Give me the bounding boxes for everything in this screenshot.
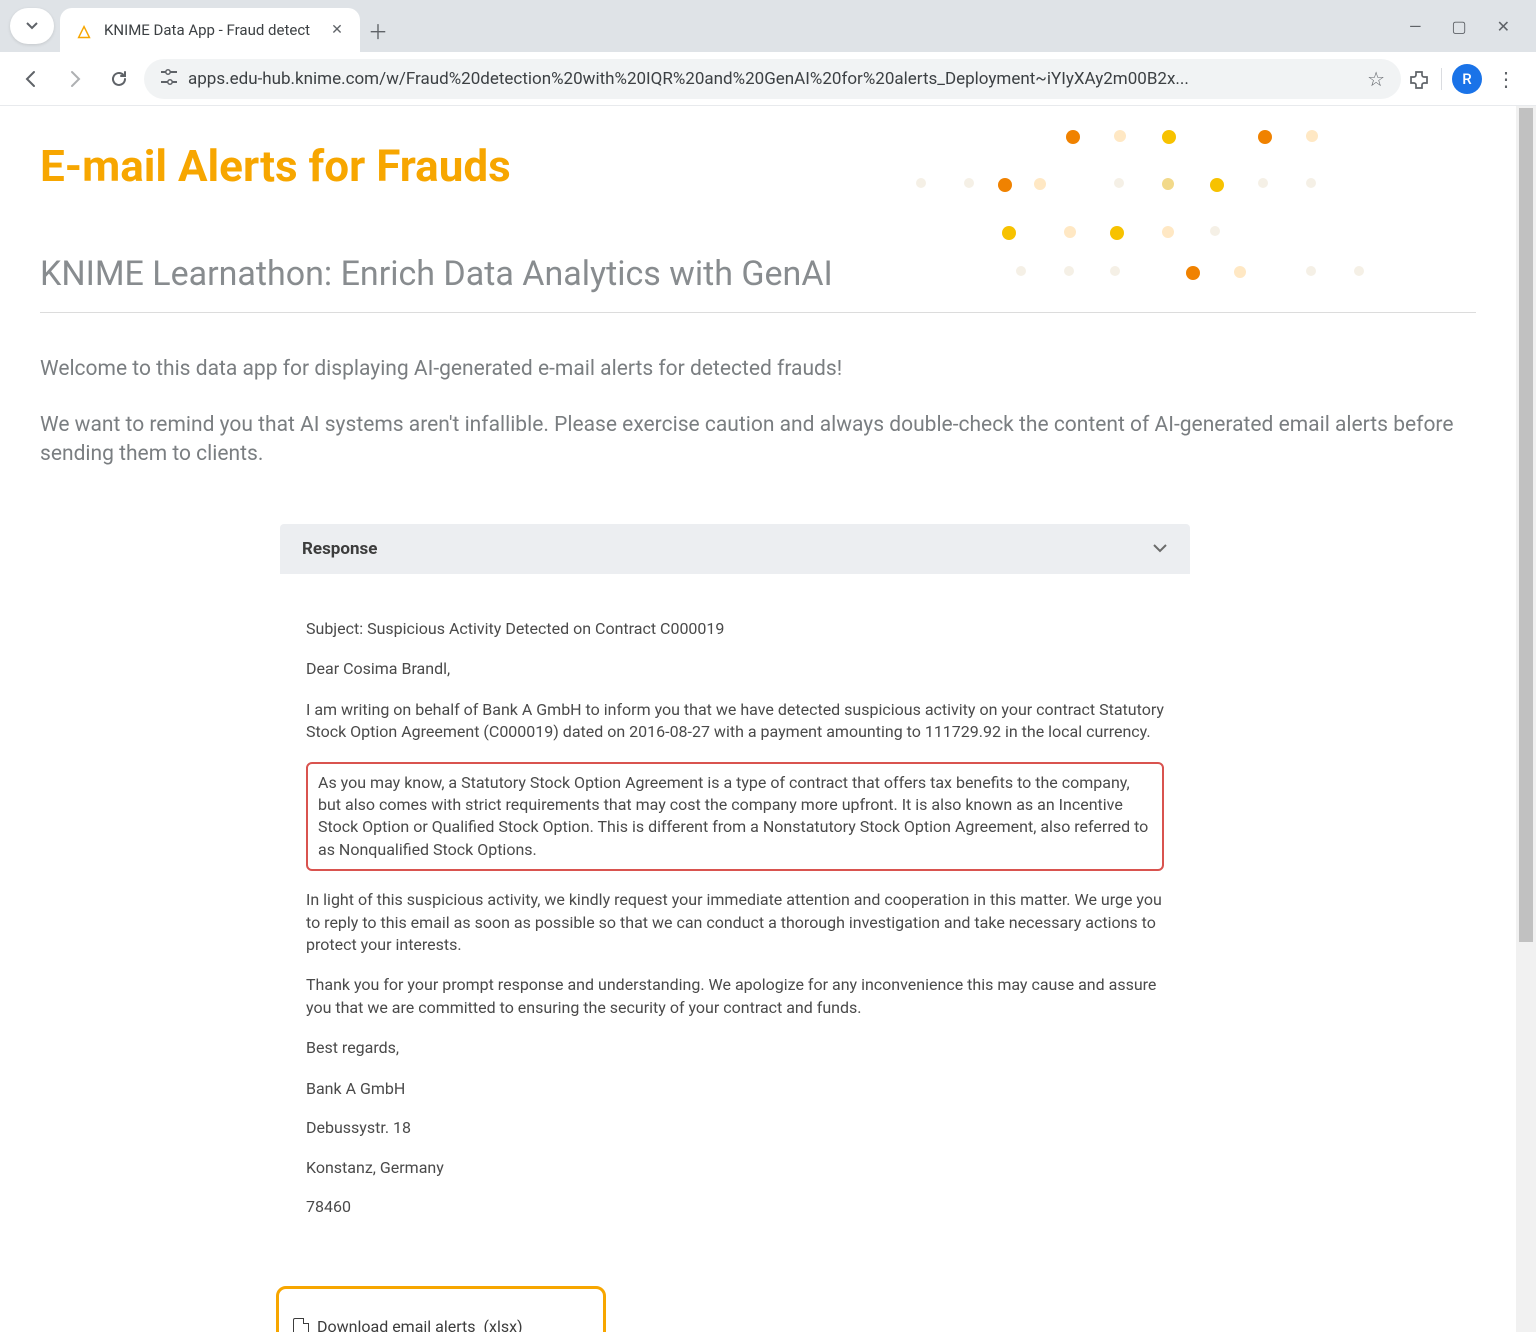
site-settings-icon[interactable] xyxy=(160,69,178,89)
tab-search-dropdown[interactable] xyxy=(10,8,54,44)
arrow-left-icon xyxy=(21,69,41,89)
favicon-icon: △ xyxy=(74,20,94,40)
chevron-down-icon xyxy=(26,22,38,30)
new-tab-button[interactable]: ＋ xyxy=(360,12,396,48)
browser-toolbar: apps.edu-hub.knime.com/w/Fraud%20detecti… xyxy=(0,52,1536,106)
highlighted-paragraph: As you may know, a Statutory Stock Optio… xyxy=(306,762,1164,872)
intro-paragraph-2: We want to remind you that AI systems ar… xyxy=(40,411,1476,468)
email-closing: Best regards, xyxy=(306,1037,1164,1059)
forward-button[interactable] xyxy=(56,60,94,98)
arrow-right-icon xyxy=(65,69,85,89)
bookmark-star-icon[interactable]: ☆ xyxy=(1367,67,1385,91)
signature-city: Konstanz, Germany xyxy=(306,1157,1164,1179)
email-paragraph-1: I am writing on behalf of Bank A GmbH to… xyxy=(306,699,1164,744)
maximize-window-icon[interactable]: ▢ xyxy=(1451,17,1466,36)
download-extension: (xlsx) xyxy=(484,1317,523,1332)
response-header-label: Response xyxy=(302,539,377,559)
chevron-down-icon xyxy=(1152,541,1168,557)
browser-tab-active[interactable]: △ KNIME Data App - Fraud detect ✕ xyxy=(60,8,360,52)
minimize-window-icon[interactable]: — xyxy=(1409,17,1422,36)
reload-icon xyxy=(109,69,129,89)
back-button[interactable] xyxy=(12,60,50,98)
signature-zip: 78460 xyxy=(306,1196,1164,1218)
vertical-scrollbar-thumb[interactable] xyxy=(1519,108,1533,942)
email-paragraph-3: In light of this suspicious activity, we… xyxy=(306,889,1164,956)
url-text: apps.edu-hub.knime.com/w/Fraud%20detecti… xyxy=(188,69,1357,89)
response-panel-header[interactable]: Response xyxy=(280,524,1190,574)
download-link[interactable]: Download email alerts xyxy=(317,1317,476,1332)
tab-title: KNIME Data App - Fraud detect xyxy=(104,21,318,39)
email-greeting: Dear Cosima Brandl, xyxy=(306,658,1164,680)
email-paragraph-4: Thank you for your prompt response and u… xyxy=(306,974,1164,1019)
extensions-icon[interactable] xyxy=(1407,67,1431,91)
address-bar[interactable]: apps.edu-hub.knime.com/w/Fraud%20detecti… xyxy=(144,59,1401,99)
response-panel: Response Subject: Suspicious Activity De… xyxy=(280,524,1190,1246)
email-subject: Subject: Suspicious Activity Detected on… xyxy=(306,618,1164,640)
chrome-menu-icon[interactable]: ⋮ xyxy=(1488,67,1524,91)
profile-avatar[interactable]: R xyxy=(1452,64,1482,94)
vertical-scrollbar-track[interactable] xyxy=(1516,106,1536,1332)
decorative-dot-grid xyxy=(856,116,1476,316)
page-viewport: E-mail Alerts for Frauds KNIME Learnatho… xyxy=(0,106,1536,1332)
reload-button[interactable] xyxy=(100,60,138,98)
close-tab-icon[interactable]: ✕ xyxy=(328,21,346,39)
toolbar-separator xyxy=(1441,68,1442,90)
download-callout: Download email alerts (xlsx) xyxy=(276,1286,606,1332)
email-paragraph-2: As you may know, a Statutory Stock Optio… xyxy=(318,773,1148,859)
file-icon xyxy=(293,1318,309,1332)
email-body: Subject: Suspicious Activity Detected on… xyxy=(280,574,1190,1246)
signature-street: Debussystr. 18 xyxy=(306,1117,1164,1139)
signature-company: Bank A GmbH xyxy=(306,1078,1164,1100)
intro-paragraph-1: Welcome to this data app for displaying … xyxy=(40,355,1476,383)
close-window-icon[interactable]: ✕ xyxy=(1497,17,1510,36)
browser-tab-strip: △ KNIME Data App - Fraud detect ✕ ＋ — ▢ … xyxy=(0,0,1536,52)
